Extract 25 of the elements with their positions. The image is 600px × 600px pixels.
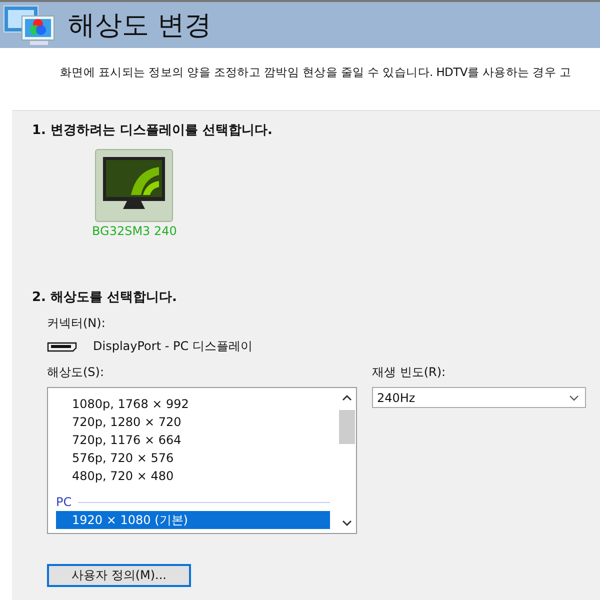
description-text: 화면에 표시되는 정보의 양을 조정하고 깜박임 현상을 줄일 수 있습니다. HDTV를 사용하는 경우 고 (59, 64, 572, 81)
resolution-option[interactable]: 720p, 1176 × 664 (56, 431, 330, 449)
group-header: PC (56, 495, 72, 509)
resolution-option[interactable]: 480p, 720 × 480 (56, 467, 330, 485)
resolution-option[interactable]: 1920 × 1080 (기본) (56, 511, 330, 529)
resolution-list[interactable]: 1080p, 1768 × 992 720p, 1280 × 720 720p, 1176 × 664 576p, 720 × 576 480p, 720 × 480 PC 1920 × 1080 (기본) (47, 387, 357, 534)
resolution-option[interactable]: 1080p, 1768 × 992 (56, 395, 330, 413)
resolution-option[interactable]: 720p, 1280 × 720 (56, 413, 330, 431)
customize-button[interactable]: 사용자 정의(M)... (47, 564, 191, 587)
scroll-thumb[interactable] (339, 410, 355, 444)
connector-value: DisplayPort - PC 디스플레이 (93, 338, 252, 355)
section-heading: 1. 변경하려는 디스플레이를 선택합니다. (32, 122, 274, 139)
scroll-down-icon[interactable] (342, 519, 352, 527)
display-tile[interactable] (95, 149, 174, 222)
resolution-label: 해상도(S): (47, 364, 106, 381)
resolution-option[interactable]: 576p, 720 × 576 (56, 449, 330, 467)
chevron-down-icon (569, 394, 579, 400)
scroll-up-icon[interactable] (342, 394, 352, 402)
refresh-rate-dropdown[interactable]: 240Hz (372, 387, 586, 408)
refresh-rate-label: 재생 빈도(R): (372, 364, 447, 381)
connector-label: 커넥터(N): (47, 315, 106, 332)
port-icon (47, 342, 77, 352)
section-heading: 2. 해상도를 선택합니다. (32, 289, 178, 306)
display-name: BG32SM3 240 (92, 224, 177, 238)
page-title: 해상도 변경 (68, 9, 212, 43)
